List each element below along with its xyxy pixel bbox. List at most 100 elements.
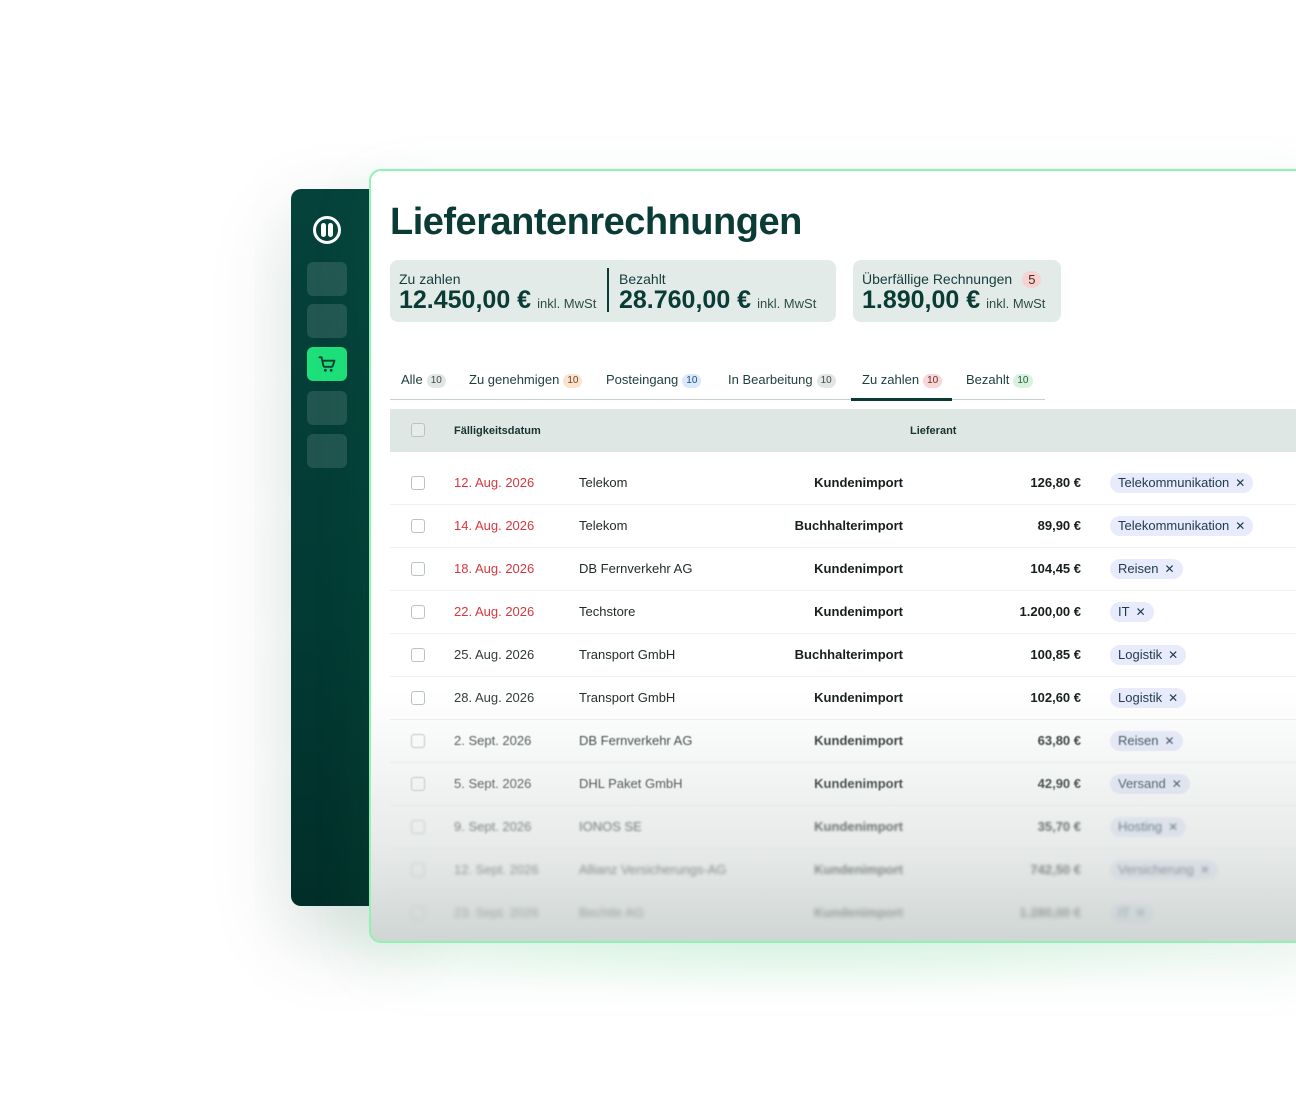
import-source: Kundenimport (814, 776, 903, 791)
row-checkbox[interactable] (411, 476, 425, 490)
import-source: Kundenimport (814, 819, 903, 834)
row-checkbox[interactable] (411, 777, 425, 791)
remove-tag-icon[interactable]: ✕ (1136, 605, 1146, 619)
vendor-name: DHL Paket GmbH (579, 776, 683, 791)
sidebar-item-5[interactable] (307, 434, 347, 468)
table-row[interactable]: 14. Aug. 2026 Telekom Buchhalterimport 8… (390, 505, 1296, 548)
row-checkbox[interactable] (411, 734, 425, 748)
sidebar-item-4[interactable] (307, 391, 347, 425)
table-row[interactable]: 22. Aug. 2026 Techstore Kundenimport 1.2… (390, 591, 1296, 634)
remove-tag-icon[interactable]: ✕ (1235, 519, 1245, 533)
category-tag: Logistik ✕ (1110, 688, 1187, 708)
invoice-amount: 1.280,00 € (1019, 905, 1081, 920)
invoice-amount: 126,80 € (1030, 475, 1081, 490)
remove-tag-icon[interactable]: ✕ (1164, 562, 1174, 576)
import-source: Kundenimport (814, 733, 903, 748)
import-source: Kundenimport (814, 561, 903, 576)
invoice-amount: 104,45 € (1030, 561, 1081, 576)
row-checkbox[interactable] (411, 863, 425, 877)
status-tabs: Alle 10 Zu genehmigen 10 Posteingang 10 In … (390, 369, 1045, 401)
table-row[interactable]: 12. Sept. 2026 Allianz Versicherungs-AG … (390, 849, 1296, 892)
invoice-amount: 102,60 € (1030, 690, 1081, 705)
summary-to-pay-value: 12.450,00 € inkl. MwSt (399, 286, 597, 314)
table-row[interactable]: 2. Sept. 2026 DB Fernverkehr AG Kundenim… (390, 720, 1296, 763)
remove-tag-icon[interactable]: ✕ (1235, 476, 1245, 490)
tab-alle[interactable]: Alle 10 (401, 372, 446, 400)
due-date: 2. Sept. 2026 (454, 733, 532, 748)
due-date: 12. Sept. 2026 (454, 862, 539, 877)
column-header-vendor[interactable]: Lieferant (910, 425, 956, 437)
import-source: Buchhalterimport (794, 518, 903, 533)
import-source: Kundenimport (814, 905, 903, 920)
summary-card-payments: Zu zahlen 12.450,00 € inkl. MwSt Bezahlt … (390, 260, 836, 322)
tab-zu-zahlen[interactable]: Zu zahlen 10 (850, 372, 953, 401)
column-header-due-date[interactable]: Fälligkeitsdatum (454, 425, 541, 437)
sidebar-item-2[interactable] (307, 304, 347, 338)
category-tag: Versand ✕ (1110, 774, 1190, 794)
vendor-name: Transport GmbH (579, 690, 676, 705)
row-checkbox[interactable] (411, 906, 425, 920)
vendor-name: DB Fernverkehr AG (579, 733, 693, 748)
table-row[interactable]: 18. Aug. 2026 DB Fernverkehr AG Kundenim… (390, 548, 1296, 591)
due-date: 14. Aug. 2026 (454, 518, 535, 533)
row-checkbox[interactable] (411, 605, 425, 619)
summary-divider (607, 268, 609, 312)
summary-card-overdue[interactable]: Überfällige Rechnungen 5 1.890,00 € inkl. … (853, 260, 1061, 322)
table-row[interactable]: 5. Sept. 2026 DHL Paket GmbH Kundenimpor… (390, 763, 1296, 806)
import-source: Kundenimport (814, 690, 903, 705)
table-row[interactable]: 23. Sept. 2026 Bechtle AG Kundenimport 1… (390, 892, 1296, 935)
category-tag: IT ✕ (1110, 903, 1154, 923)
category-tag: Telekommunikation ✕ (1110, 516, 1254, 536)
import-source: Kundenimport (814, 604, 903, 619)
category-tag: Reisen ✕ (1110, 731, 1183, 751)
tab-bezahlt[interactable]: Bezahlt 10 (966, 372, 1033, 400)
remove-tag-icon[interactable]: ✕ (1172, 777, 1182, 791)
row-checkbox[interactable] (411, 820, 425, 834)
category-tag: IT ✕ (1110, 602, 1154, 622)
table-row[interactable]: 25. Aug. 2026 Transport GmbH Buchhalteri… (390, 634, 1296, 677)
invoice-amount: 89,90 € (1037, 518, 1081, 533)
vendor-name: Telekom (579, 475, 628, 490)
select-all-checkbox[interactable] (411, 423, 425, 437)
table-row[interactable]: 28. Aug. 2026 Transport GmbH Kundenimpor… (390, 677, 1296, 720)
main-panel: Lieferantenrechnungen Zu zahlen 12.450,0… (369, 169, 1296, 943)
remove-tag-icon[interactable]: ✕ (1164, 734, 1174, 748)
page-title: Lieferantenrechnungen (390, 201, 802, 243)
vendor-name: Transport GmbH (579, 647, 676, 662)
tab-zu-genehmigen[interactable]: Zu genehmigen 10 (469, 372, 583, 400)
summary-overdue-value: 1.890,00 € inkl. MwSt (862, 286, 1046, 314)
remove-tag-icon[interactable]: ✕ (1168, 648, 1178, 662)
invoice-amount: 100,85 € (1030, 647, 1081, 662)
vendor-name: DB Fernverkehr AG (579, 561, 693, 576)
invoice-amount: 35,70 € (1037, 819, 1081, 834)
remove-tag-icon[interactable]: ✕ (1168, 820, 1178, 834)
table-row[interactable]: 9. Sept. 2026 IONOS SE Kundenimport 35,7… (390, 806, 1296, 849)
tab-in-bearbeitung[interactable]: In Bearbeitung 10 (728, 372, 836, 400)
shopping-cart-icon (318, 356, 336, 372)
due-date: 25. Aug. 2026 (454, 647, 535, 662)
sidebar-item-1[interactable] (307, 262, 347, 296)
due-date: 9. Sept. 2026 (454, 819, 532, 834)
vendor-name: Bechtle AG (579, 905, 645, 920)
table-header: Fälligkeitsdatum Lieferant (390, 409, 1296, 452)
vendor-name: Allianz Versicherungs-AG (579, 862, 727, 877)
row-checkbox[interactable] (411, 648, 425, 662)
remove-tag-icon[interactable]: ✕ (1136, 906, 1146, 920)
category-tag: Telekommunikation ✕ (1110, 473, 1254, 493)
sidebar-item-purchases[interactable] (307, 347, 347, 381)
row-checkbox[interactable] (411, 691, 425, 705)
row-checkbox[interactable] (411, 562, 425, 576)
app-logo-icon[interactable] (313, 216, 341, 244)
import-source: Kundenimport (814, 475, 903, 490)
tab-posteingang[interactable]: Posteingang 10 (606, 372, 702, 400)
remove-tag-icon[interactable]: ✕ (1200, 863, 1210, 877)
vendor-name: Telekom (579, 518, 628, 533)
due-date: 18. Aug. 2026 (454, 561, 535, 576)
summary-paid-label: Bezahlt (619, 271, 666, 287)
due-date: 22. Aug. 2026 (454, 604, 535, 619)
row-checkbox[interactable] (411, 519, 425, 533)
remove-tag-icon[interactable]: ✕ (1168, 691, 1178, 705)
table-row[interactable]: 12. Aug. 2026 Telekom Kundenimport 126,8… (390, 462, 1296, 505)
category-tag: Logistik ✕ (1110, 645, 1187, 665)
invoice-amount: 742,50 € (1030, 862, 1081, 877)
